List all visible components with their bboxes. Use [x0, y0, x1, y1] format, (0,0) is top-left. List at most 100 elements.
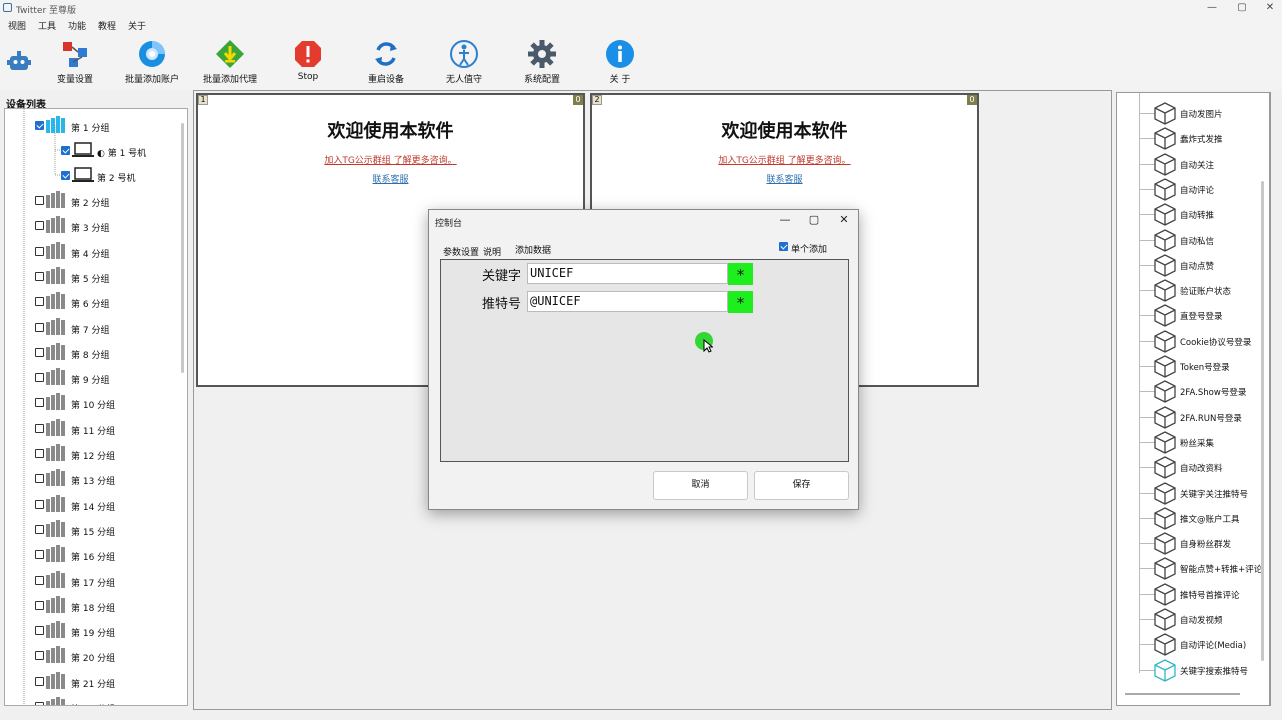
group-checkbox[interactable] — [35, 322, 44, 332]
tree-group-row[interactable]: 第 10 分组 — [5, 390, 180, 415]
function-item[interactable]: 粉丝采集 — [1117, 430, 1267, 455]
tree-group-row[interactable]: 第 15 分组 — [5, 517, 180, 542]
tree-group-row[interactable]: 第 5 分组 — [5, 264, 180, 289]
dialog-maximize-button[interactable]: ▢ — [805, 213, 823, 227]
group-checkbox[interactable] — [35, 524, 44, 534]
tree-group-row[interactable]: 第 14 分组 — [5, 492, 180, 517]
restart-device-button[interactable]: 重启设备 — [351, 34, 421, 88]
function-item[interactable]: 2FA.Show号登录 — [1117, 379, 1267, 404]
tree-group-row[interactable]: 第 11 分组 — [5, 416, 180, 441]
function-scrollbar[interactable] — [1261, 181, 1264, 661]
bulk-add-proxy-button[interactable]: 批量添加代理 — [195, 34, 265, 88]
tree-group-row[interactable]: 第 2 分组 — [5, 188, 180, 213]
group-checkbox[interactable] — [35, 271, 44, 281]
group-checkbox[interactable] — [35, 423, 44, 433]
function-item[interactable]: 蠢炸式发推 — [1117, 126, 1267, 151]
system-config-button[interactable]: 系统配置 — [507, 34, 577, 88]
function-item[interactable]: 推文@账户工具 — [1117, 506, 1267, 531]
function-item[interactable]: 自动改资料 — [1117, 455, 1267, 480]
tree-device-2[interactable]: 第 2 号机 — [5, 163, 180, 188]
function-item[interactable]: 智能点赞+转推+评论 — [1117, 556, 1267, 581]
group-checkbox[interactable] — [35, 221, 44, 231]
stop-button[interactable]: Stop — [273, 34, 343, 88]
unattended-button[interactable]: 无人值守 — [429, 34, 499, 88]
function-item[interactable]: 自动发图片 — [1117, 101, 1267, 126]
tab-parameter-settings[interactable]: 参数设置 — [443, 245, 479, 258]
function-item[interactable]: 自动私信 — [1117, 228, 1267, 253]
group-checkbox[interactable] — [35, 449, 44, 458]
tree-group-row[interactable]: 第 20 分组 — [5, 643, 180, 668]
function-item[interactable]: 自动发视频 — [1117, 607, 1267, 632]
function-item[interactable]: 自动关注 — [1117, 152, 1267, 177]
function-item[interactable]: 关键字关注推特号 — [1117, 481, 1267, 506]
tree-group-row[interactable]: 第 13 分组 — [5, 466, 180, 491]
menu-tutorial[interactable]: 教程 — [98, 19, 116, 32]
function-hscrollbar[interactable] — [1125, 693, 1240, 695]
function-item[interactable]: 自动评论 — [1117, 177, 1267, 202]
group-checkbox[interactable] — [35, 575, 44, 585]
single-add-checkbox[interactable] — [779, 242, 788, 251]
tree-group-row[interactable]: 第 16 分组 — [5, 542, 180, 567]
join-tg-link[interactable]: 加入TG公示群组 了解更多咨询。 — [592, 153, 977, 166]
variable-settings-button[interactable]: 变量设置 — [40, 34, 110, 88]
tree-group-row[interactable]: 第 19 分组 — [5, 618, 180, 643]
function-item[interactable]: 推特号首推评论 — [1117, 582, 1267, 607]
group-checkbox[interactable] — [35, 297, 44, 307]
menu-functions[interactable]: 功能 — [68, 19, 86, 32]
tab-add-data[interactable]: 添加数据 — [515, 243, 551, 256]
group-checkbox[interactable] — [35, 676, 44, 686]
function-item[interactable]: 自身粉丝群发 — [1117, 531, 1267, 556]
group-checkbox[interactable] — [35, 499, 44, 509]
group-checkbox[interactable] — [35, 600, 44, 610]
contact-support-link[interactable]: 联系客服 — [592, 172, 977, 185]
function-item[interactable]: 直登号登录 — [1117, 303, 1267, 328]
function-item[interactable]: 关键字搜索推特号 — [1117, 658, 1267, 683]
twitter-account-input[interactable]: @UNICEF — [527, 291, 728, 312]
maximize-button[interactable]: ▢ — [1235, 2, 1249, 14]
menu-about[interactable]: 关于 — [128, 19, 146, 32]
group-checkbox[interactable] — [35, 347, 44, 357]
device-checkbox[interactable] — [61, 146, 70, 155]
menu-tools[interactable]: 工具 — [38, 19, 56, 32]
group-checkbox[interactable] — [35, 651, 44, 661]
tree-group-row[interactable]: 第 12 分组 — [5, 441, 180, 466]
tree-group-row[interactable]: 第 22 分组 — [5, 694, 180, 705]
tree-group-row[interactable]: 第 3 分组 — [5, 213, 180, 238]
tree-scrollbar[interactable] — [181, 123, 184, 373]
group-checkbox[interactable] — [35, 474, 44, 484]
close-button[interactable]: ✕ — [1263, 2, 1277, 14]
keyword-input[interactable]: UNICEF — [527, 263, 728, 284]
function-item[interactable]: 自动转推 — [1117, 202, 1267, 227]
function-item[interactable]: 自动评论(Media) — [1117, 632, 1267, 657]
function-item[interactable]: Token号登录 — [1117, 354, 1267, 379]
group-checkbox[interactable] — [35, 373, 44, 383]
group-checkbox[interactable] — [35, 196, 44, 205]
cancel-button[interactable]: 取消 — [653, 471, 748, 500]
function-item[interactable]: 验证账户状态 — [1117, 278, 1267, 303]
save-button[interactable]: 保存 — [754, 471, 849, 500]
dialog-close-button[interactable]: ✕ — [835, 213, 853, 227]
group-checkbox[interactable] — [35, 550, 44, 560]
join-tg-link[interactable]: 加入TG公示群组 了解更多咨询。 — [198, 153, 583, 166]
group-checkbox[interactable] — [35, 246, 44, 256]
tab-instructions[interactable]: 说明 — [483, 245, 501, 258]
menu-view[interactable]: 视图 — [8, 19, 26, 32]
function-item[interactable]: 自动点赞 — [1117, 253, 1267, 278]
tree-group-row[interactable]: 第 8 分组 — [5, 340, 180, 365]
tree-group-1[interactable]: 第 1 分组 — [5, 113, 180, 138]
minimize-button[interactable]: — — [1205, 2, 1219, 14]
contact-support-link[interactable]: 联系客服 — [198, 172, 583, 185]
tree-group-row[interactable]: 第 21 分组 — [5, 669, 180, 694]
tree-group-row[interactable]: 第 18 分组 — [5, 593, 180, 618]
group-checkbox[interactable] — [35, 626, 44, 636]
tree-device-1[interactable]: ◐ 第 1 号机 — [5, 138, 180, 163]
tree-group-row[interactable]: 第 7 分组 — [5, 315, 180, 340]
tree-group-row[interactable]: 第 17 分组 — [5, 568, 180, 593]
tree-group-row[interactable]: 第 4 分组 — [5, 239, 180, 264]
function-item[interactable]: 2FA.RUN号登录 — [1117, 405, 1267, 430]
group-checkbox[interactable] — [35, 398, 44, 408]
tree-group-row[interactable]: 第 6 分组 — [5, 289, 180, 314]
device-checkbox[interactable] — [61, 171, 70, 180]
dialog-minimize-button[interactable]: — — [776, 213, 794, 227]
bulk-add-accounts-button[interactable]: 批量添加账户 — [117, 34, 187, 88]
